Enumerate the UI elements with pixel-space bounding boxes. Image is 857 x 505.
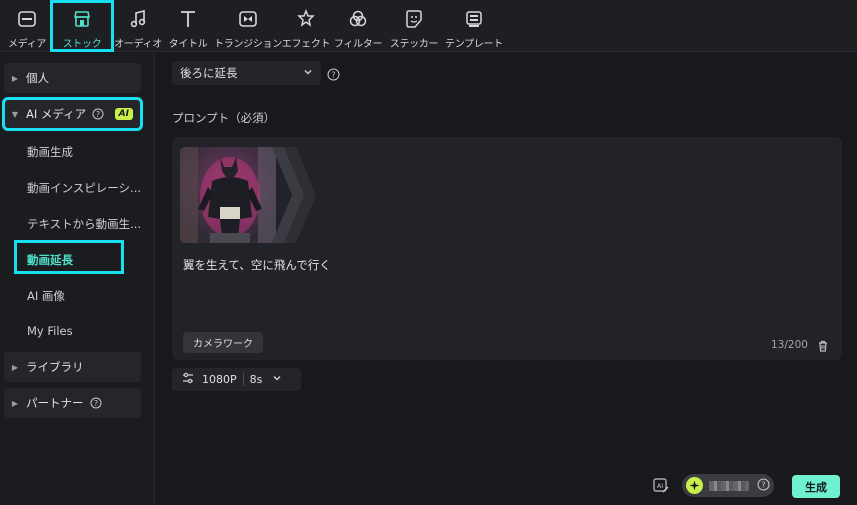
svg-text:?: ? [761,481,765,490]
sliders-icon [182,372,194,387]
sidebar-item-ai-image[interactable]: AI 画像 [27,288,65,304]
extend-arrows-icon [272,147,320,247]
sidebar-section-partner[interactable]: ▶ パートナー ? [4,388,141,418]
sticker-icon [403,8,425,30]
svg-text:?: ? [96,110,100,119]
help-icon[interactable]: ? [327,66,340,85]
audio-icon [127,8,149,30]
credits-pill[interactable]: ? [682,474,774,497]
caret-right-icon: ▶ [11,362,19,372]
button-label: 生成 [805,480,827,494]
svg-text:?: ? [331,71,335,80]
tab-audio[interactable]: オーディオ [114,0,162,52]
tab-label: テンプレート [445,39,503,50]
template-icon [463,8,485,30]
tab-transition[interactable]: トランジション [214,0,282,52]
caret-down-icon: ▼ [11,109,19,119]
tab-label: オーディオ [114,39,162,50]
sidebar-item-my-files[interactable]: My Files [27,324,73,338]
video-thumbnail[interactable] [180,147,276,243]
sidebar-item-video-generation[interactable]: 動画生成 [27,144,73,160]
tab-label: フィルター [333,39,383,50]
button-label: カメラワーク [193,339,253,350]
tab-filter[interactable]: フィルター [330,0,386,52]
tab-label: タイトル [168,39,208,50]
help-icon[interactable]: ? [92,108,104,120]
sidebar-section-personal[interactable]: ▶ 個人 [4,63,141,93]
tab-label: ステッカー [389,39,439,50]
sidebar: ▶ 個人 ▼ AI メディア ? AI 動画生成 動画インスピレーシ... テキ… [0,53,155,505]
chevron-down-icon [303,66,313,80]
main-panel: 後ろに延長 ? プロンプト（必須） 翼を生えて、空に飛んで行く カメラワーク 1… [156,53,857,505]
tab-label: エフェクト [281,39,331,50]
media-icon [16,8,38,30]
sidebar-item-video-extend[interactable]: 動画延長 [27,252,73,268]
top-toolbar: メディア ストック オーディオ タイトル トランジション エフェクト フィルター… [0,0,857,52]
ai-badge: AI [114,108,133,120]
transition-icon [237,8,259,30]
tab-label: メディア [7,39,47,50]
title-icon [177,8,199,30]
caret-right-icon: ▶ [11,73,19,83]
tab-template[interactable]: テンプレート [442,0,506,52]
sidebar-section-ai-media[interactable]: ▼ AI メディア ? AI [2,97,143,131]
svg-text:?: ? [93,399,97,408]
divider [242,373,244,386]
sidebar-section-library[interactable]: ▶ ライブラリ [4,352,141,382]
extend-mode-select[interactable]: 後ろに延長 [172,61,321,85]
trash-icon[interactable] [817,337,829,356]
chevron-down-icon [272,373,282,386]
section-label: パートナー [26,396,84,410]
stock-icon [71,8,93,30]
tab-label: トランジション [214,39,282,50]
generate-button[interactable]: 生成 [792,475,840,498]
section-label: 個人 [26,71,49,85]
tab-effect[interactable]: エフェクト [281,0,331,52]
sidebar-item-video-inspiration[interactable]: 動画インスピレーシ... [27,180,141,196]
caret-right-icon: ▶ [11,398,19,408]
spark-icon [686,477,703,494]
resolution-value: 1080P [202,373,237,386]
svg-text:AI: AI [657,482,663,490]
video-settings-button[interactable]: 1080P 8s [172,368,301,391]
help-icon[interactable]: ? [90,397,102,409]
credits-value-blurred [709,480,749,491]
tab-sticker[interactable]: ステッカー [386,0,442,52]
camera-work-button[interactable]: カメラワーク [183,332,263,353]
prompt-label: プロンプト（必須） [172,111,276,125]
ai-edit-icon[interactable]: AI [652,477,670,499]
tab-stock[interactable]: ストック [50,0,114,52]
section-label: AI メディア [26,107,87,121]
tab-label: ストック [62,39,102,50]
prompt-box[interactable]: 翼を生えて、空に飛んで行く カメラワーク 13/200 [172,137,842,360]
filter-icon [347,8,369,30]
tab-media[interactable]: メディア [4,0,50,52]
duration-value: 8s [249,373,263,386]
tab-title[interactable]: タイトル [162,0,214,52]
char-counter: 13/200 [771,339,808,351]
prompt-text[interactable]: 翼を生えて、空に飛んで行く [183,257,331,273]
select-value: 後ろに延長 [180,66,238,80]
effect-icon [295,8,317,30]
sidebar-item-text-to-video[interactable]: テキストから動画生... [27,216,141,232]
help-icon[interactable]: ? [757,476,770,495]
section-label: ライブラリ [26,360,84,374]
